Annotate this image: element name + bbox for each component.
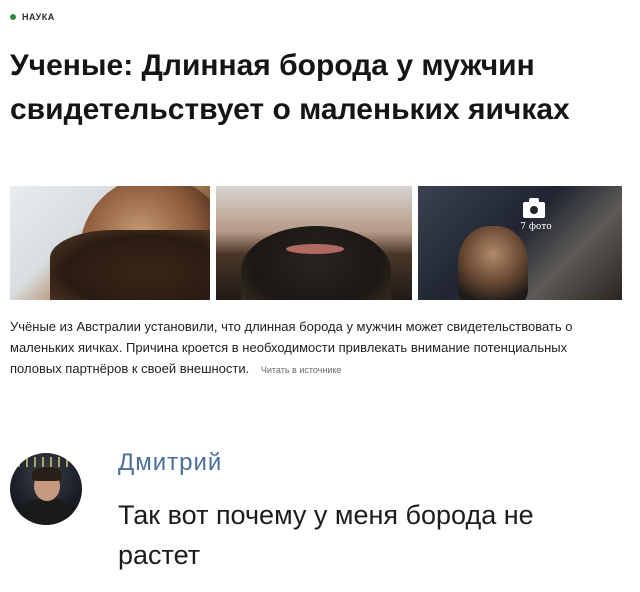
section-dot-icon xyxy=(10,14,16,20)
article-card: НАУКА Ученые: Длинная борода у мужчин св… xyxy=(0,0,640,425)
gallery-photo-1[interactable] xyxy=(10,186,210,300)
avatar-background-lights xyxy=(10,457,82,467)
photo-gallery[interactable]: 7 фото xyxy=(10,186,622,300)
avatar-body xyxy=(20,499,74,525)
gallery-photo-3[interactable]: 7 фото xyxy=(418,186,622,300)
avatar-hair xyxy=(32,467,62,481)
avatar[interactable] xyxy=(10,453,82,525)
photo-2-lip xyxy=(286,244,344,254)
photo-1-beard xyxy=(50,230,210,300)
article-headline[interactable]: Ученые: Длинная борода у мужчин свидетел… xyxy=(10,44,630,132)
section-label: НАУКА xyxy=(22,12,55,22)
camera-icon xyxy=(523,198,545,218)
comment-text: Так вот почему у меня борода не растет xyxy=(118,500,534,570)
article-summary: Учёные из Австралии установили, что длин… xyxy=(10,316,622,381)
commenter-name[interactable]: Дмитрий xyxy=(118,449,222,477)
section-tag[interactable]: НАУКА xyxy=(10,12,55,22)
photo-3-person xyxy=(458,226,528,300)
comment-block: Дмитрий Так вот почему у меня борода не … xyxy=(0,425,640,592)
gallery-photo-2[interactable] xyxy=(216,186,412,300)
read-source-link[interactable]: Читать в источнике xyxy=(261,365,342,375)
photo-2-beard xyxy=(241,226,391,300)
photo-count: 7 фото xyxy=(520,222,552,232)
